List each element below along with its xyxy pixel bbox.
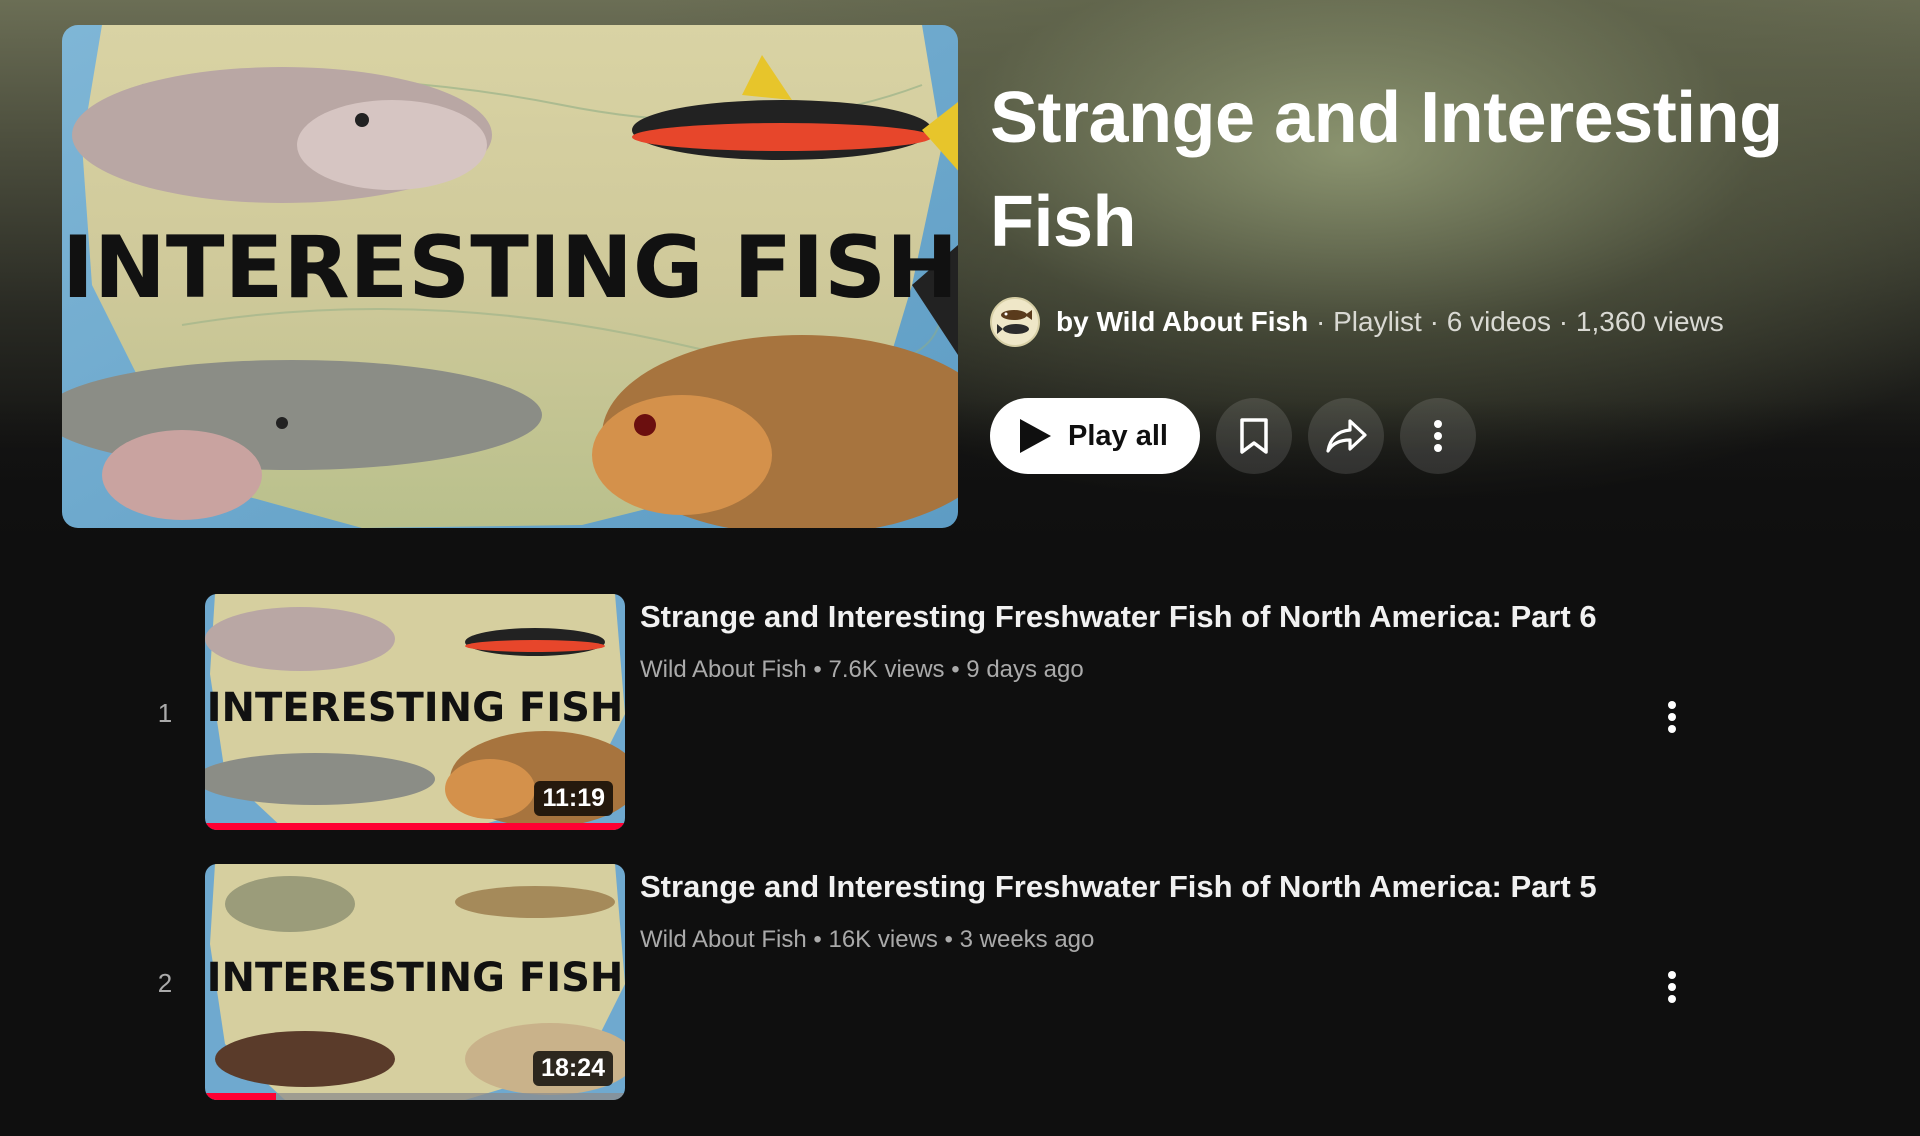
playlist-video-list: 1 INTERESTING FISH 11:19 Strange and Int… [0, 594, 1920, 1134]
playlist-thumbnail[interactable]: INTERESTING FISH [62, 25, 958, 528]
video-title[interactable]: Strange and Interesting Freshwater Fish … [640, 866, 1597, 908]
video-views: 16K views [828, 926, 938, 953]
meta-separator: · [1316, 306, 1326, 337]
share-playlist-button[interactable] [1307, 398, 1384, 474]
video-views: 7.6K views [828, 656, 945, 683]
fish-logo-icon [997, 310, 1032, 334]
view-count: 1,360 views [1575, 306, 1724, 337]
meta-separator: · [1558, 306, 1569, 337]
video-thumbnail[interactable]: INTERESTING FISH 11:19 [205, 594, 625, 830]
video-more-button[interactable] [1652, 964, 1692, 1010]
bookmark-icon [1240, 418, 1268, 454]
video-channel[interactable]: Wild About Fish [640, 926, 807, 953]
playlist-header: Strange and Interesting Fish by Wild Abo… [990, 66, 1870, 474]
play-icon [1020, 419, 1051, 453]
playlist-video-row[interactable]: 2 INTERESTING FISH 18:24 Strange and Int… [0, 864, 1920, 1134]
video-title[interactable]: Strange and Interesting Freshwater Fish … [640, 596, 1597, 638]
video-channel[interactable]: Wild About Fish [640, 656, 807, 683]
more-vertical-icon [1668, 971, 1676, 1003]
video-thumbnail-text: INTERESTING FISH [207, 955, 624, 1001]
video-more-button[interactable] [1652, 694, 1692, 740]
save-playlist-button[interactable] [1215, 398, 1292, 474]
meta-separator: · [1429, 306, 1439, 337]
playlist-title: Strange and Interesting Fish [990, 78, 1783, 262]
watch-progress-fill [205, 1093, 277, 1100]
video-age: 9 days ago [966, 656, 1084, 683]
video-duration: 11:19 [534, 781, 613, 816]
video-age: 3 weeks ago [959, 926, 1095, 953]
watch-progress-fill [205, 823, 625, 830]
channel-avatar[interactable] [990, 297, 1040, 347]
playlist-actions: Play all [990, 398, 1870, 474]
watch-progress-bar [205, 1093, 625, 1100]
playlist-thumbnail-text: INTERESTING FISH [62, 218, 958, 318]
playlist-thumbnail-art: INTERESTING FISH [62, 25, 958, 528]
video-duration: 18:24 [533, 1051, 613, 1086]
video-thumbnail[interactable]: INTERESTING FISH 18:24 [205, 864, 625, 1100]
video-meta: Wild About Fish • 16K views • 3 weeks ag… [640, 926, 1095, 953]
share-icon [1326, 419, 1367, 453]
video-meta: Wild About Fish • 7.6K views • 9 days ag… [640, 656, 1084, 683]
playlist-meta: by Wild About Fish · Playlist · 6 videos… [990, 296, 1870, 348]
watch-progress-bar [205, 823, 625, 830]
more-vertical-icon [1668, 701, 1676, 733]
playlist-type: Playlist [1333, 306, 1422, 337]
video-count: 6 videos [1446, 306, 1552, 337]
channel-link[interactable]: by Wild About Fish [1056, 306, 1308, 338]
video-index: 2 [157, 968, 173, 998]
play-all-label: Play all [1068, 419, 1168, 452]
more-vertical-icon [1433, 420, 1442, 452]
video-thumbnail-text: INTERESTING FISH [207, 685, 624, 731]
video-index: 1 [157, 698, 173, 728]
playlist-more-button[interactable] [1399, 398, 1476, 474]
play-all-button[interactable]: Play all [990, 398, 1200, 474]
playlist-video-row[interactable]: 1 INTERESTING FISH 11:19 Strange and Int… [0, 594, 1920, 864]
